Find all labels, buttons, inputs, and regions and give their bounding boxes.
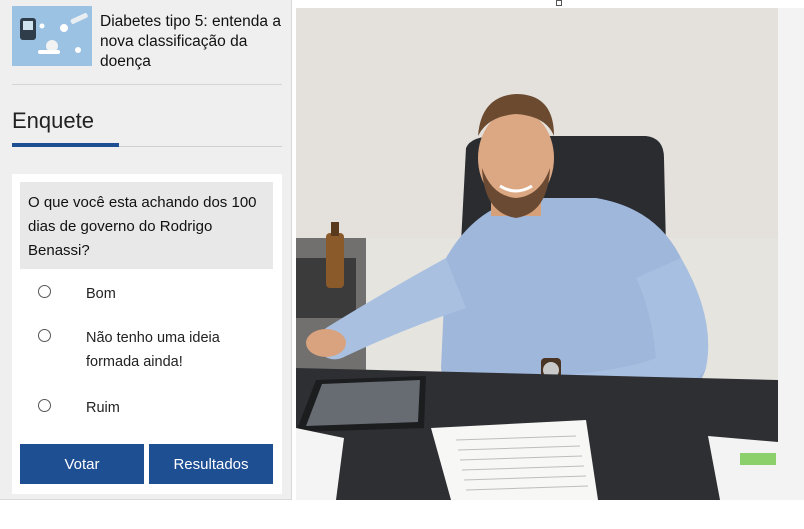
heading-accent-bar (12, 143, 119, 147)
resize-handle-icon[interactable] (556, 0, 562, 6)
results-button[interactable]: Resultados (149, 444, 273, 484)
vote-button[interactable]: Votar (20, 444, 144, 484)
page-bottom (0, 500, 804, 529)
sidebar: Diabetes tipo 5: entenda a nova classifi… (0, 0, 292, 500)
radio-unselected-icon[interactable] (38, 329, 51, 342)
poll-question: O que você esta achando dos 100 dias de … (28, 194, 257, 259)
divider (12, 84, 282, 85)
news-item[interactable]: Diabetes tipo 5: entenda a nova classifi… (12, 6, 282, 82)
poll-option-label[interactable]: Bom (86, 282, 266, 306)
news-thumbnail (12, 6, 92, 66)
poll-heading: Enquete (12, 108, 94, 133)
diabetes-supplies-illustration (12, 6, 92, 66)
poll-card: O que você esta achando dos 100 dias de … (12, 174, 282, 494)
poll-question-box: O que você esta achando dos 100 dias de … (20, 182, 273, 269)
poll-option-label[interactable]: Ruim (86, 396, 266, 420)
news-title[interactable]: Diabetes tipo 5: entenda a nova classifi… (100, 12, 285, 72)
featured-photo (296, 8, 778, 500)
page-edge (778, 8, 804, 500)
radio-unselected-icon[interactable] (38, 285, 51, 298)
man-at-desk-photo (296, 8, 778, 500)
poll-option-label[interactable]: Não tenho uma ideia formada ainda! (86, 326, 266, 374)
radio-unselected-icon[interactable] (38, 399, 51, 412)
